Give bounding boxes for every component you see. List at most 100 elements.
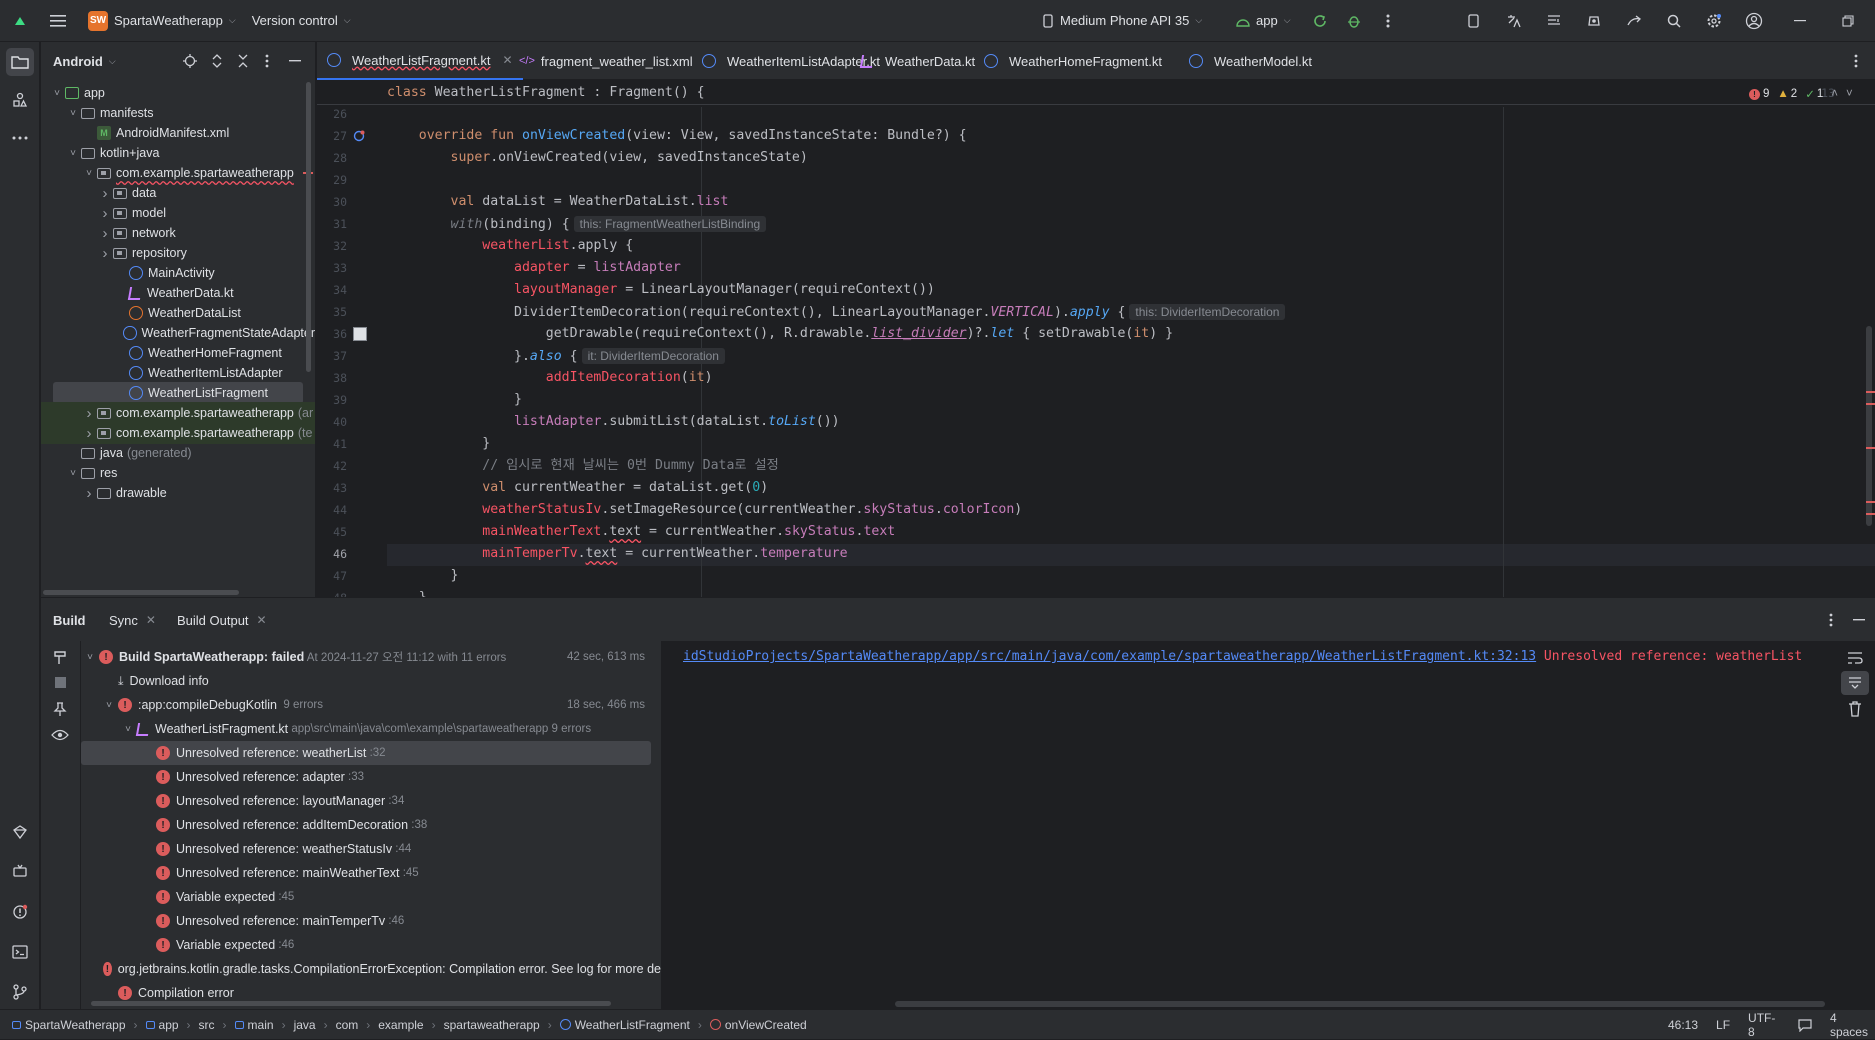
tree-item[interactable]: WeatherData.kt — [41, 282, 315, 304]
editor-tab[interactable]: WeatherHomeFragment.kt — [974, 42, 1172, 80]
stop-icon[interactable] — [55, 677, 66, 688]
chevron-down-icon[interactable]: ˅ — [65, 148, 81, 159]
chevron-down-icon[interactable]: ⌵ — [109, 56, 116, 67]
breadcrumb-item[interactable]: spartaweatherapp — [444, 1018, 540, 1032]
project-view-selector[interactable]: Android — [53, 54, 103, 69]
chevron-down-icon[interactable]: ˅ — [65, 108, 81, 119]
tree-item[interactable]: ˅ res — [41, 462, 315, 484]
build-tab-output[interactable]: Build Output ✕ — [177, 598, 267, 642]
build-tab-build[interactable]: Build — [53, 598, 86, 642]
vcs-selector[interactable]: Version control ⌵ — [244, 6, 359, 36]
more-tools-icon[interactable] — [6, 124, 34, 152]
more-vertical-icon[interactable] — [1829, 613, 1833, 627]
chevron-down-icon[interactable]: ˅ — [119, 724, 137, 735]
tree-item[interactable]: › data — [41, 182, 315, 204]
rerun-icon[interactable] — [1306, 7, 1334, 35]
tree-item[interactable]: ˅ manifests — [41, 102, 315, 124]
tree-item[interactable]: ˅ app — [41, 82, 315, 104]
tree-hscrollbar[interactable] — [43, 590, 239, 595]
build-tree-item[interactable]: ˅!:app:compileDebugKotlin 9 errors 18 sec… — [81, 693, 661, 717]
tree-item[interactable]: WeatherListFragment — [53, 382, 303, 404]
build-tree-item[interactable]: ! Unresolved reference: mainWeatherText :… — [81, 861, 661, 885]
main-menu-icon[interactable] — [44, 7, 72, 35]
editor-tab[interactable]: WeatherListFragment.kt ✕ — [317, 42, 523, 80]
soft-wrap-icon[interactable] — [1847, 651, 1863, 665]
editor-scrollbar[interactable] — [1866, 326, 1872, 526]
device-selector[interactable]: Medium Phone API 35 ⌵ — [1034, 6, 1210, 36]
problems-icon[interactable] — [6, 898, 34, 926]
tree-item[interactable]: › model — [41, 202, 315, 224]
build-tree-item[interactable]: ˅ WeatherListFragment.kt app\src\main\jav… — [81, 717, 661, 741]
tree-item[interactable]: ˅ com.example.spartaweatherapp — [41, 162, 315, 184]
collapse-all-icon[interactable] — [237, 54, 249, 68]
chevron-right-icon[interactable]: › — [97, 245, 113, 262]
file-encoding[interactable]: UTF-8 — [1748, 1011, 1780, 1039]
tree-item[interactable]: › drawable — [41, 482, 315, 504]
console-hscrollbar[interactable] — [895, 1001, 1825, 1007]
build-tree-item[interactable]: ! Variable expected :45 — [81, 885, 661, 909]
error-stripe-marker[interactable] — [1866, 447, 1875, 449]
account-icon[interactable] — [1740, 7, 1768, 35]
build-tree-item[interactable]: ! org.jetbrains.kotlin.gradle.tasks.Compi… — [81, 957, 661, 981]
hide-panel-icon[interactable] — [1853, 619, 1865, 621]
build-tree-item[interactable]: ! Unresolved reference: adapter :33 — [81, 765, 661, 789]
settings-gear-icon[interactable] — [1700, 7, 1728, 35]
more-vertical-icon[interactable] — [1854, 54, 1858, 68]
gemini-icon[interactable] — [6, 818, 34, 846]
gradle-sync-icon[interactable] — [1620, 7, 1648, 35]
chevron-down-icon[interactable]: ˅ — [49, 88, 65, 99]
breadcrumb-item[interactable]: java — [294, 1018, 316, 1032]
editor-tab[interactable]: WeatherData.kt — [851, 42, 985, 80]
build-tree-hscrollbar[interactable] — [91, 1001, 611, 1006]
chevron-down-icon[interactable]: ˅ — [81, 168, 97, 179]
tree-item[interactable]: › com.example.spartaweatherapp (ar — [41, 402, 315, 424]
chevron-right-icon[interactable]: › — [97, 225, 113, 242]
device-manager-icon[interactable] — [1460, 7, 1488, 35]
tree-item[interactable]: WeatherHomeFragment — [41, 342, 315, 364]
tree-item[interactable]: › repository — [41, 242, 315, 264]
breadcrumb-item[interactable]: example — [378, 1018, 423, 1032]
chat-icon[interactable] — [1798, 1018, 1812, 1032]
error-stripe-marker[interactable] — [1866, 403, 1875, 405]
search-icon[interactable] — [1660, 7, 1688, 35]
editor-tab[interactable]: WeatherModel.kt — [1179, 42, 1322, 80]
clear-trash-icon[interactable] — [1848, 701, 1862, 717]
close-icon[interactable]: ✕ — [257, 613, 267, 627]
caret-position[interactable]: 46:13 — [1668, 1018, 1698, 1032]
build-tree-item[interactable]: ! Unresolved reference: weatherStatusIv :… — [81, 837, 661, 861]
breadcrumb-item[interactable]: WeatherListFragment — [559, 1018, 690, 1032]
build-output-console[interactable]: idStudioProjects/SpartaWeatherapp/app/sr… — [667, 641, 1835, 1009]
translate-icon[interactable] — [1500, 7, 1528, 35]
build-tree-item[interactable]: ! Variable expected :46 — [81, 933, 661, 957]
build-tab-sync[interactable]: Sync ✕ — [109, 598, 156, 642]
tree-item[interactable]: ˅ kotlin+java — [41, 142, 315, 164]
project-selector[interactable]: SW SpartaWeatherapp ⌵ — [80, 6, 244, 36]
eye-icon[interactable] — [51, 729, 69, 741]
restore-window-icon[interactable] — [1834, 7, 1862, 35]
tree-item[interactable]: WeatherItemListAdapter — [41, 362, 315, 384]
expand-all-icon[interactable] — [211, 54, 223, 68]
editor-tab[interactable]: </> fragment_weather_list.xml — [509, 42, 703, 80]
build-tree-item[interactable]: ! Unresolved reference: layoutManager :34 — [81, 789, 661, 813]
chevron-right-icon[interactable]: › — [97, 185, 113, 202]
build-output-file-link[interactable]: idStudioProjects/SpartaWeatherapp/app/sr… — [683, 649, 1536, 664]
inspection-widget[interactable]: ! 9 ▲ 2 ✓ 1 ˄ ˅ — [1749, 87, 1853, 101]
hammer-icon[interactable] — [53, 649, 69, 665]
tree-item[interactable]: WeatherFragmentStateAdapter — [41, 322, 315, 344]
breadcrumb-item[interactable]: app — [145, 1018, 179, 1032]
more-vertical-icon[interactable] — [1374, 7, 1402, 35]
chevron-up-icon[interactable]: ˄ — [1831, 88, 1838, 100]
resource-manager-icon[interactable] — [6, 86, 34, 114]
indent-setting[interactable]: 4 spaces — [1830, 1011, 1875, 1039]
chevron-right-icon[interactable]: › — [81, 425, 97, 442]
breadcrumb-item[interactable]: main — [234, 1018, 274, 1032]
layout-inspector-icon[interactable] — [1540, 7, 1568, 35]
override-marker-icon[interactable] — [353, 130, 365, 142]
chevron-right-icon[interactable]: › — [81, 485, 97, 502]
pin-icon[interactable] — [53, 701, 67, 717]
chevron-down-icon[interactable]: ˅ — [100, 700, 118, 711]
locate-icon[interactable] — [183, 54, 197, 68]
close-icon[interactable]: ✕ — [146, 613, 156, 627]
chevron-down-icon[interactable]: ˅ — [1846, 88, 1853, 100]
run-config-selector[interactable]: app ⌵ — [1228, 6, 1299, 36]
